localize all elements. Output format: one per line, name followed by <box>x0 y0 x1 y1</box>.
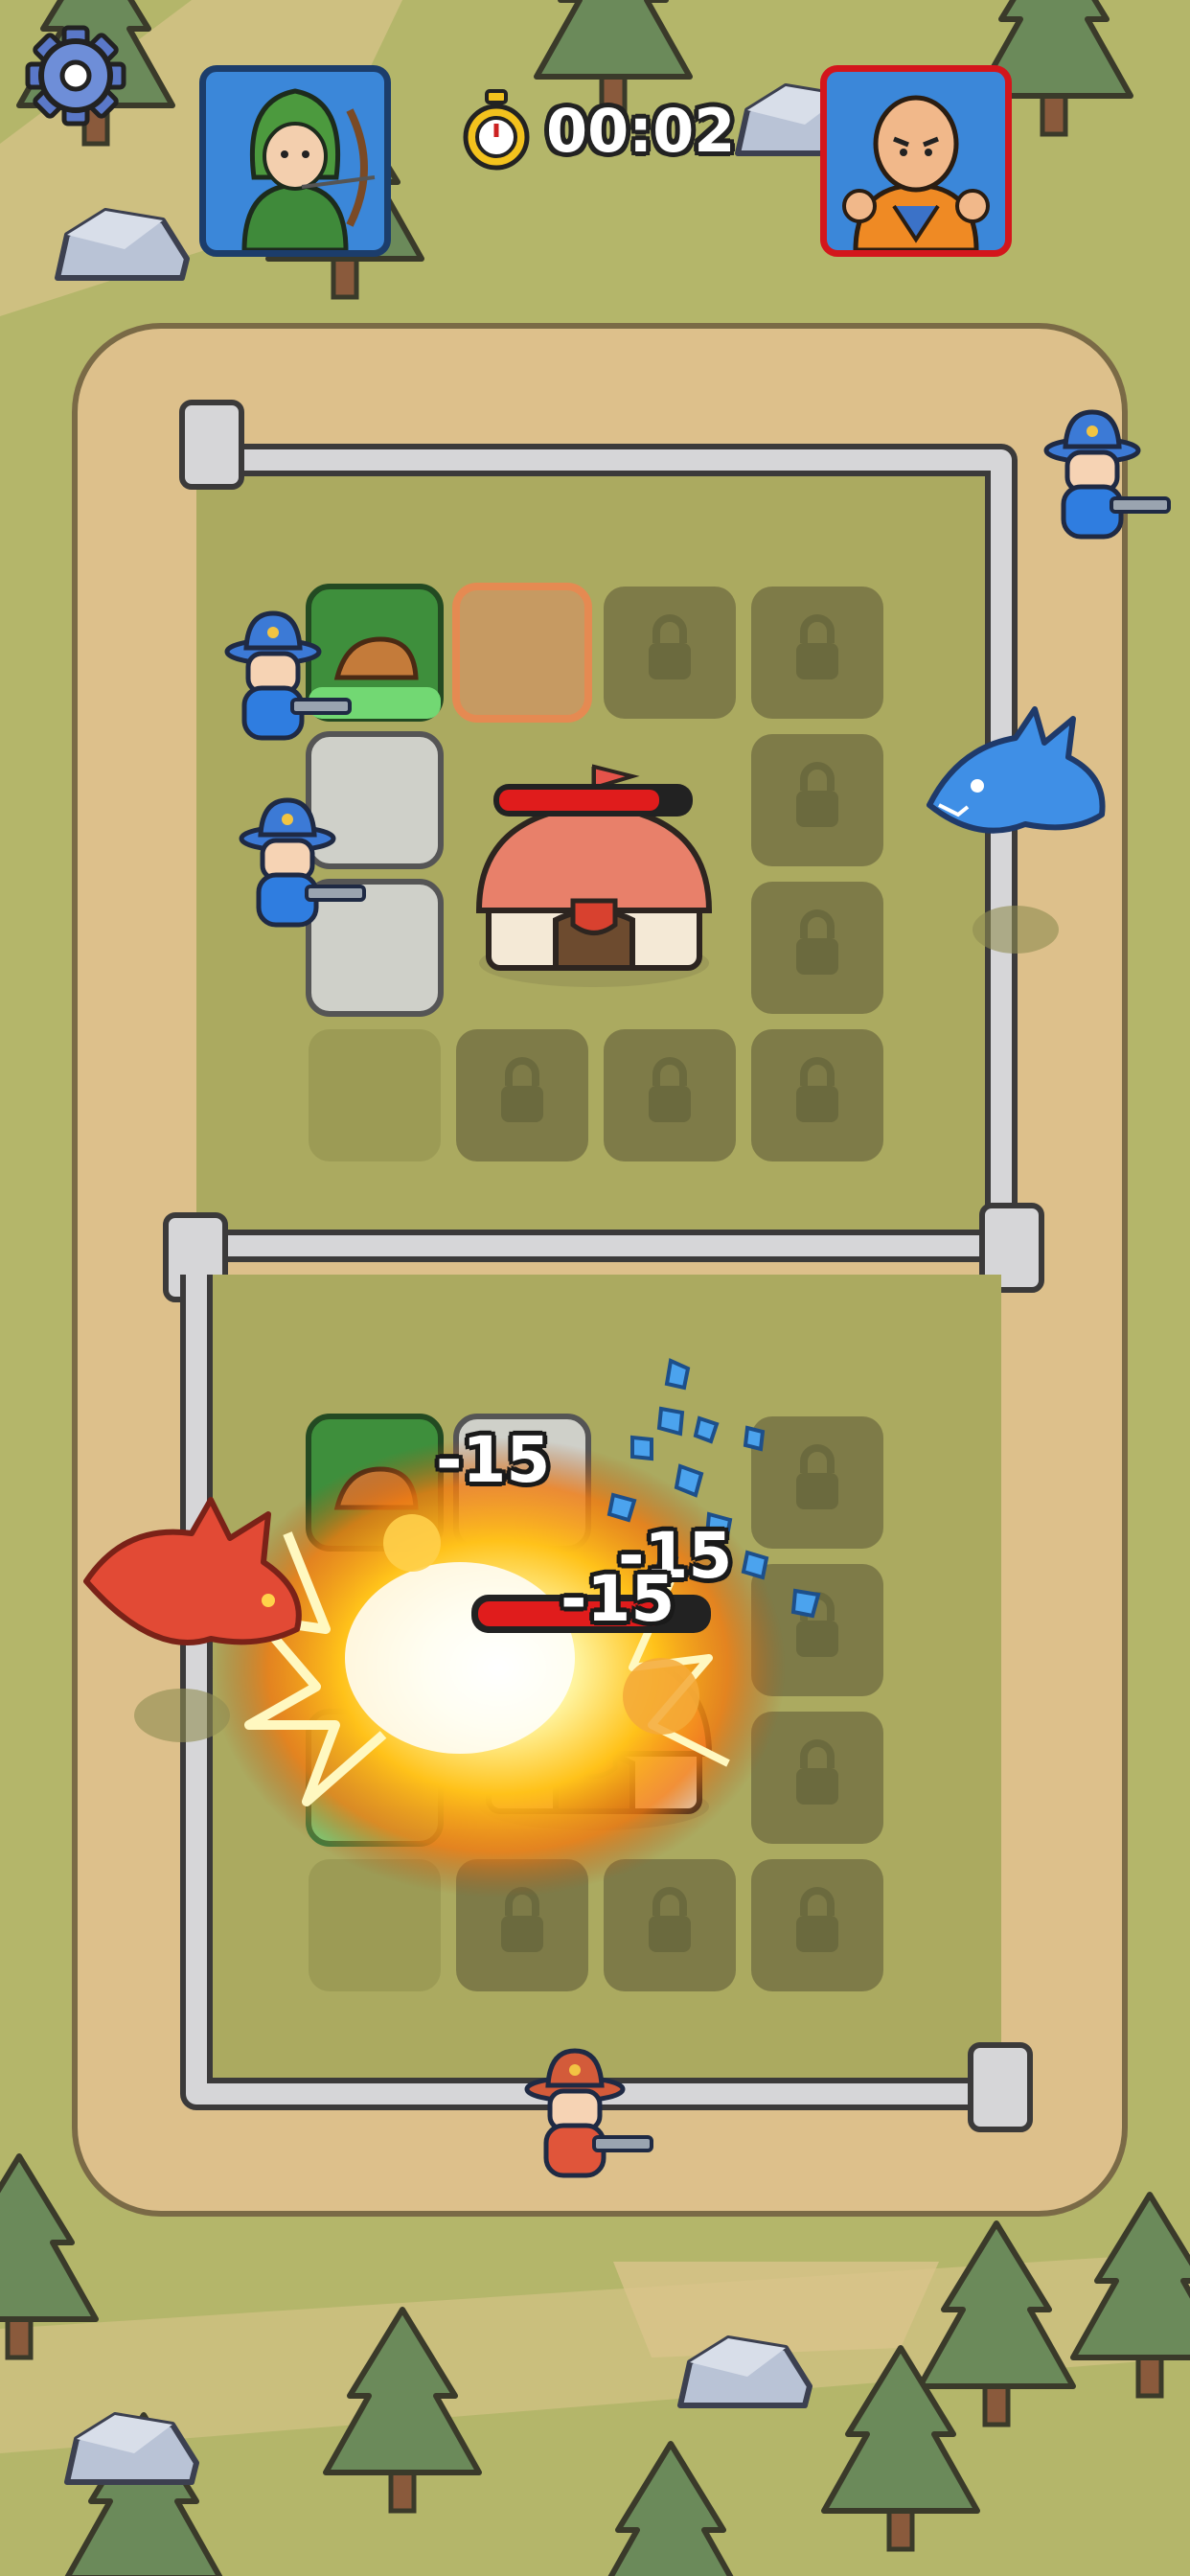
board-tile[interactable] <box>309 1029 441 1162</box>
locked-tile[interactable] <box>604 1029 736 1162</box>
opponent-hero-portrait[interactable] <box>820 65 1012 257</box>
explosion-effect <box>211 1438 786 1898</box>
gear-icon <box>25 25 126 126</box>
monk-hero-icon <box>842 95 990 250</box>
settings-button[interactable] <box>23 23 128 128</box>
locked-tile[interactable] <box>751 734 883 866</box>
timer-text: 00:02 <box>546 95 736 166</box>
player-hero-portrait[interactable] <box>199 65 391 257</box>
player-base-health-bar <box>493 784 693 816</box>
archer-hero-icon <box>241 88 376 250</box>
board-tile[interactable] <box>452 583 592 723</box>
match-timer: 00:02 <box>460 82 735 178</box>
locked-tile[interactable] <box>456 1029 588 1162</box>
locked-tile[interactable] <box>604 586 736 719</box>
locked-tile[interactable] <box>751 882 883 1014</box>
damage-number: -15 <box>561 1562 675 1636</box>
game-scene <box>0 0 1190 2576</box>
stopwatch-icon <box>463 89 530 171</box>
locked-tile[interactable] <box>751 586 883 719</box>
board-tile[interactable] <box>306 731 444 869</box>
locked-tile[interactable] <box>751 1029 883 1162</box>
locked-tile[interactable] <box>751 1416 883 1549</box>
locked-tile[interactable] <box>751 1859 883 1991</box>
locked-tile[interactable] <box>604 1859 736 1991</box>
damage-number: -15 <box>436 1423 551 1497</box>
